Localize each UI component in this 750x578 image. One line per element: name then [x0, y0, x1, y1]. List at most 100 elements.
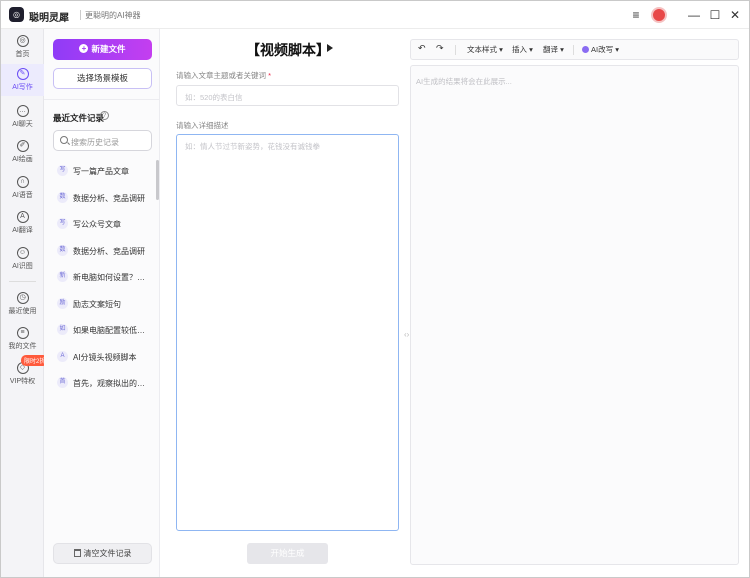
nav-item-vip[interactable]: 限时2折 ◇ VIP特权 — [1, 355, 49, 390]
nav-label: AI聊天 — [12, 121, 33, 128]
list-item[interactable]: 数数据分析、竞品调研 — [53, 187, 153, 214]
nav-label: VIP特权 — [9, 378, 36, 385]
search-placeholder: 搜索历史记录 — [71, 138, 119, 147]
file-title: 励志文案短句 — [73, 299, 121, 309]
file-title: 首先，观察拟出的图... — [73, 379, 151, 388]
nav-item-ai-chat[interactable]: … AI聊天 — [1, 105, 44, 133]
file-type-badge: 首 — [57, 377, 68, 388]
panel-divider — [44, 99, 160, 100]
file-type-badge: 写 — [57, 165, 68, 176]
app-logo-icon: ◎ — [9, 7, 24, 22]
document-title: 【视频脚本】 — [246, 42, 330, 58]
insert-label: 插入 — [512, 45, 527, 54]
redo-icon[interactable]: ↷ — [436, 43, 444, 54]
translate-dropdown[interactable]: 翻译 ▾ — [543, 44, 564, 55]
resize-handle-icon[interactable]: ‹› — [404, 330, 409, 339]
nav-item-ai-image-recognition[interactable]: ☺ AI识图 — [1, 247, 44, 275]
chat-icon: … — [16, 105, 29, 117]
list-item[interactable]: 励励志文案短句 — [53, 293, 153, 320]
output-toolbar: ↶ ↷ 文本样式 ▾ 插入 ▾ 翻译 ▾ AI改写 ▾ — [410, 39, 739, 60]
file-type-badge: 如 — [57, 324, 68, 335]
chevron-down-icon: ▾ — [529, 45, 533, 54]
file-title: 数据分析、竞品调研 — [73, 193, 145, 203]
file-type-badge: 新 — [57, 271, 68, 282]
headphones-icon: ∩ — [16, 176, 29, 188]
file-title: 新电脑如何设置？提... — [73, 273, 151, 282]
search-icon — [60, 136, 68, 144]
list-scrollbar[interactable] — [156, 160, 159, 200]
nav-item-ai-writing[interactable]: ✎ AI写作 — [1, 64, 44, 96]
list-item[interactable]: 写写一篇产品文章 — [53, 160, 153, 187]
list-item[interactable]: 如如果电脑配置较低，... — [53, 319, 153, 346]
nav-label: AI绘画 — [12, 156, 33, 163]
list-item[interactable]: 写写公众号文章 — [53, 213, 153, 240]
clock-icon: ◷ — [16, 292, 29, 304]
file-type-badge: 数 — [57, 191, 68, 203]
output-placeholder: AI生成的结果将会在此展示... — [416, 77, 512, 86]
list-item[interactable]: 新新电脑如何设置？提... — [53, 266, 153, 293]
toolbar-divider — [455, 45, 456, 55]
ai-rewrite-dropdown[interactable]: AI改写 ▾ — [582, 44, 619, 55]
topic-input[interactable]: 如：520的表白信 — [176, 85, 399, 106]
nav-label: AI识图 — [12, 263, 33, 270]
help-icon[interactable]: ? — [100, 111, 109, 120]
nav-item-my-files[interactable]: ≡ 我的文件 — [1, 327, 44, 355]
insert-dropdown[interactable]: 插入 ▾ — [512, 44, 533, 55]
nav-label: AI语音 — [12, 192, 33, 199]
maximize-icon[interactable]: ☐ — [708, 7, 722, 23]
minimize-icon[interactable]: — — [687, 7, 701, 23]
nav-label: 我的文件 — [8, 343, 37, 350]
scan-icon: ☺ — [16, 247, 29, 259]
text-style-dropdown[interactable]: 文本样式 ▾ — [467, 44, 503, 55]
list-item[interactable]: A AI分镜头视频脚本 — [53, 346, 153, 373]
new-file-button[interactable]: + 新建文件 — [53, 39, 152, 60]
topic-label: 请输入文章主题或者关键词 * — [176, 70, 271, 81]
nav-item-home[interactable]: ◎ 首页 — [1, 35, 44, 63]
home-icon: ◎ — [16, 35, 29, 47]
topic-label-text: 请输入文章主题或者关键词 — [176, 71, 266, 80]
nav-label: 最近使用 — [8, 308, 37, 315]
title-bar: ◎ 聪明灵犀 更聪明的AI神器 ≡ — ☐ ✕ — [1, 1, 749, 29]
file-title: 写公众号文章 — [73, 220, 121, 229]
output-area[interactable]: AI生成的结果将会在此展示... — [410, 65, 739, 565]
close-icon[interactable]: ✕ — [728, 7, 742, 23]
toolbar-divider — [573, 45, 574, 55]
menu-icon[interactable]: ≡ — [629, 7, 643, 23]
file-title: 写一篇产品文章 — [73, 167, 129, 176]
trash-icon — [73, 548, 81, 557]
nav-label: AI翻译 — [12, 227, 33, 234]
file-icon: ≡ — [16, 327, 29, 339]
list-item[interactable]: 数数据分析、竞品调研 — [53, 240, 153, 267]
nav-item-recent[interactable]: ◷ 最近使用 — [1, 292, 44, 320]
history-search-input[interactable]: 搜索历史记录 — [53, 130, 152, 151]
pen-icon: ✎ — [16, 68, 29, 80]
file-type-badge: 励 — [57, 297, 68, 309]
nav-label: AI写作 — [12, 84, 33, 91]
detail-label: 请输入详细描述 — [176, 121, 229, 130]
text-style-label: 文本样式 — [467, 45, 497, 54]
clear-records-button[interactable]: 清空文件记录 — [53, 543, 152, 564]
play-icon[interactable] — [327, 44, 333, 52]
detail-textarea[interactable]: 如：情人节过节新姿势，花钱没有诚钱拳 — [176, 134, 399, 531]
undo-icon[interactable]: ↶ — [418, 43, 426, 54]
nav-label: 首页 — [15, 51, 30, 58]
translate-label: 翻译 — [543, 45, 558, 54]
nav-rail: ◎ 首页 ✎ AI写作 … AI聊天 ✐ AI绘画 ∩ AI语音 A AI翻译 … — [1, 29, 49, 577]
translate-icon: A — [16, 211, 29, 223]
recent-files-title: 最近文件记录 — [53, 113, 105, 123]
nav-item-ai-painting[interactable]: ✐ AI绘画 — [1, 140, 44, 168]
app-slogan: 更聪明的AI神器 — [85, 11, 141, 20]
file-title: AI分镜头视频脚本 — [73, 352, 137, 362]
scene-template-button[interactable]: 选择场景模板 — [53, 68, 152, 89]
generate-button[interactable]: 开始生成 — [247, 543, 328, 564]
detail-placeholder: 如：情人节过节新姿势，花钱没有诚钱拳 — [185, 142, 320, 151]
nav-item-ai-translate[interactable]: A AI翻译 — [1, 211, 44, 239]
list-item[interactable]: 首首先，观察拟出的图... — [53, 372, 153, 399]
avatar[interactable] — [651, 7, 667, 23]
nav-item-ai-voice[interactable]: ∩ AI语音 — [1, 176, 44, 204]
ai-sparkle-icon — [582, 45, 589, 53]
nav-divider — [9, 281, 36, 282]
topic-placeholder: 如：520的表白信 — [185, 93, 243, 102]
file-type-badge: A — [57, 350, 68, 362]
file-type-badge: 数 — [57, 244, 68, 256]
